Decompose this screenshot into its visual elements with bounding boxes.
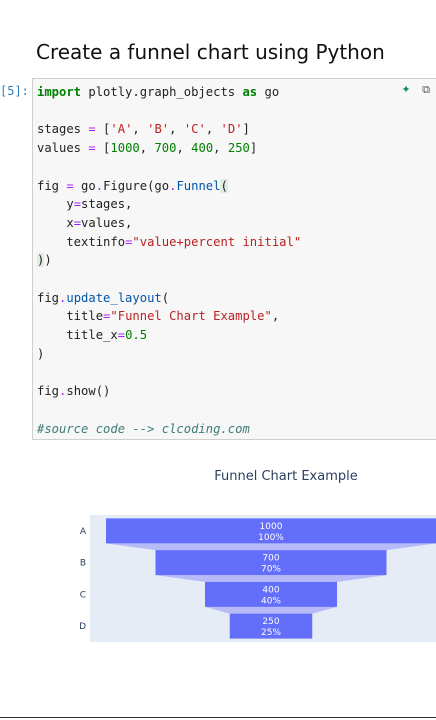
bar-value-label: 250 (262, 617, 279, 627)
code-token: 400 (191, 141, 214, 156)
code-token: plotly.graph_objects (81, 85, 243, 99)
code-token: stages (37, 122, 89, 137)
code-token: 'B' (147, 122, 170, 137)
bar-percent-label: 25% (261, 628, 281, 638)
code-line: import plotly.graph_objects as go (37, 83, 301, 102)
divider (0, 717, 436, 718)
code-token: fig (37, 290, 60, 305)
code-token: go (257, 85, 280, 99)
code-token: #source code --> clcoding.com (37, 421, 250, 436)
code-token: 0.5 (125, 328, 148, 343)
code-token: , (213, 141, 228, 156)
code-token: ] (242, 122, 250, 137)
code-token: = (73, 197, 82, 212)
code-line: textinfo="value+percent initial" (37, 233, 301, 252)
code-token: ) (44, 253, 52, 268)
funnel-connector (106, 543, 436, 551)
code-token: 250 (227, 141, 250, 156)
code-token: "value+percent initial" (132, 234, 302, 249)
code-token: import (37, 85, 82, 99)
code-line: #source code --> clcoding.com (37, 420, 301, 439)
code-cell[interactable]: ✦ ⧉ import plotly.graph_objects as go​st… (32, 78, 436, 440)
code-token: show() (66, 384, 111, 399)
bar-value-label: 1000 (260, 522, 283, 532)
code-token: [ (95, 141, 111, 156)
code-line: ​ (37, 270, 301, 289)
code-token: = (88, 122, 96, 137)
code-line: ​ (37, 401, 301, 420)
code-token: y (37, 197, 74, 212)
code-token: , (176, 141, 192, 156)
code-token: = (117, 328, 126, 343)
code-token: , (132, 122, 148, 137)
code-line: ) (37, 345, 301, 364)
code-token: , (169, 122, 184, 137)
code-line: ​ (37, 102, 301, 121)
code-token: "Funnel Chart Example" (110, 309, 272, 324)
code-token: go (73, 178, 96, 193)
code-token: x (37, 215, 74, 230)
code-line: stages = ['A', 'B', 'C', 'D'] (37, 120, 301, 139)
code-token: update_layout (66, 290, 162, 305)
code-token: as (242, 85, 258, 99)
code-token: Figure(go (103, 178, 170, 193)
bar-value-label: 700 (262, 554, 279, 564)
code-token: ( (161, 290, 170, 305)
code-token: values (37, 141, 89, 156)
code-token: ] (249, 141, 258, 156)
code-line: values = [1000, 700, 400, 250] (37, 139, 301, 158)
y-tick-label: B (80, 559, 86, 569)
code-token: 'A' (110, 122, 133, 137)
bar-percent-label: 100% (258, 533, 284, 543)
code-line: fig = go.Figure(go.Funnel( (37, 177, 301, 196)
y-tick-label: D (79, 622, 86, 632)
code-token: 'D' (220, 122, 243, 137)
notebook-heading: Create a funnel chart using Python (36, 40, 385, 64)
code-token: 1000 (110, 141, 140, 156)
chart-title: Funnel Chart Example (214, 469, 357, 484)
cell-toolbar: ✦ ⧉ (393, 83, 430, 97)
code-line: fig.show() (37, 382, 301, 401)
code-token: 700 (154, 141, 177, 156)
code-line: ​ (37, 158, 301, 177)
code-token: , (139, 141, 155, 156)
bar-percent-label: 40% (261, 596, 281, 606)
code-token: 'C' (183, 122, 206, 137)
funnel-chart: Funnel Chart Example 1000100% A 70070% B 4004… (79, 469, 436, 642)
execution-count-prompt: [5]: (0, 84, 29, 98)
code-token: ) (37, 346, 45, 361)
code-token: = (73, 215, 82, 230)
code-token: = (88, 141, 96, 156)
bar-value-label: 400 (262, 585, 279, 595)
code-token: , (205, 122, 221, 137)
code-token: title_x (37, 328, 118, 343)
copy-icon[interactable]: ⧉ (422, 83, 430, 96)
code-line: title="Funnel Chart Example", (37, 307, 301, 326)
code-line: title_x=0.5 (37, 326, 301, 345)
code-token: stages, (81, 197, 133, 212)
code-token: values, (81, 215, 133, 230)
code-token: , (271, 309, 280, 324)
code-editor[interactable]: import plotly.graph_objects as go​stages… (37, 83, 301, 438)
bar-percent-label: 70% (261, 565, 281, 575)
code-line: )) (37, 251, 301, 270)
code-token: fig (37, 178, 67, 193)
y-tick-label: C (80, 590, 86, 600)
y-tick-label: A (80, 527, 87, 537)
code-token: . (95, 178, 104, 193)
code-token: fig (37, 384, 60, 399)
code-token: Funnel (176, 178, 221, 193)
code-token: title (37, 309, 104, 324)
code-line: y=stages, (37, 195, 301, 214)
sparkle-icon[interactable]: ✦ (401, 83, 410, 96)
code-token: [ (95, 122, 111, 137)
code-token: textinfo (37, 234, 126, 249)
code-line: ​ (37, 364, 301, 383)
code-token: = (66, 178, 74, 193)
code-line: fig.update_layout( (37, 289, 301, 308)
code-token: ( (220, 178, 228, 193)
code-line: x=values, (37, 214, 301, 233)
